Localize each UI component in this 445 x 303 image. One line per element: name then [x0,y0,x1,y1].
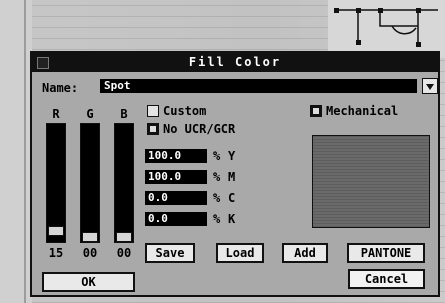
b-label: B [120,107,128,121]
name-dropdown-button[interactable] [422,78,438,94]
titlebar: Fill Color [32,53,438,72]
blue-value: 00 [116,246,132,260]
name-label: Name: [42,81,79,95]
cmyk-percent: % [213,191,221,205]
name-field[interactable]: Spot [100,79,417,93]
cmyk-c-field[interactable]: 0.0 [145,191,207,205]
green-slider-thumb[interactable] [82,232,98,242]
cmyk-k-field[interactable]: 0.0 [145,212,207,226]
cancel-button[interactable]: Cancel [348,269,425,289]
red-slider-thumb[interactable] [48,226,64,236]
blue-slider[interactable] [114,123,134,243]
rgb-labels: R G B [46,107,156,123]
pantone-button[interactable]: PANTONE [347,243,425,263]
cmyk-m-field[interactable]: 100.0 [145,170,207,184]
load-button[interactable]: Load [216,243,264,263]
cmyk-percent: % [213,149,221,163]
g-label: G [86,107,94,121]
name-row: Name: Spot [42,77,438,95]
cmyk-k-letter: K [228,212,236,226]
r-label: R [52,107,60,121]
blue-slider-thumb[interactable] [116,232,132,242]
dialog-title: Fill Color [188,55,282,69]
cmyk-percent: % [213,212,221,226]
cmyk-percent: % [213,170,221,184]
cmyk-y-letter: Y [228,149,236,163]
fill-color-dialog: Fill Color Name: Spot Custom No UCR/GCR … [30,51,440,297]
background-diagram [328,0,445,58]
green-slider[interactable] [80,123,100,243]
cmyk-y-field[interactable]: 100.0 [145,149,207,163]
ok-button[interactable]: OK [42,272,135,292]
cmyk-c-letter: C [228,191,236,205]
red-slider[interactable] [46,123,66,243]
mechanical-checkbox[interactable] [310,105,322,117]
mechanical-label: Mechanical [326,104,399,118]
red-value: 15 [48,246,64,260]
save-button[interactable]: Save [145,243,195,263]
left-scrollbar-region [0,0,32,303]
cmyk-m-letter: M [228,170,236,184]
custom-label: Custom [163,104,207,118]
color-swatch [312,135,430,228]
green-value: 00 [82,246,98,260]
add-button[interactable]: Add [282,243,328,263]
